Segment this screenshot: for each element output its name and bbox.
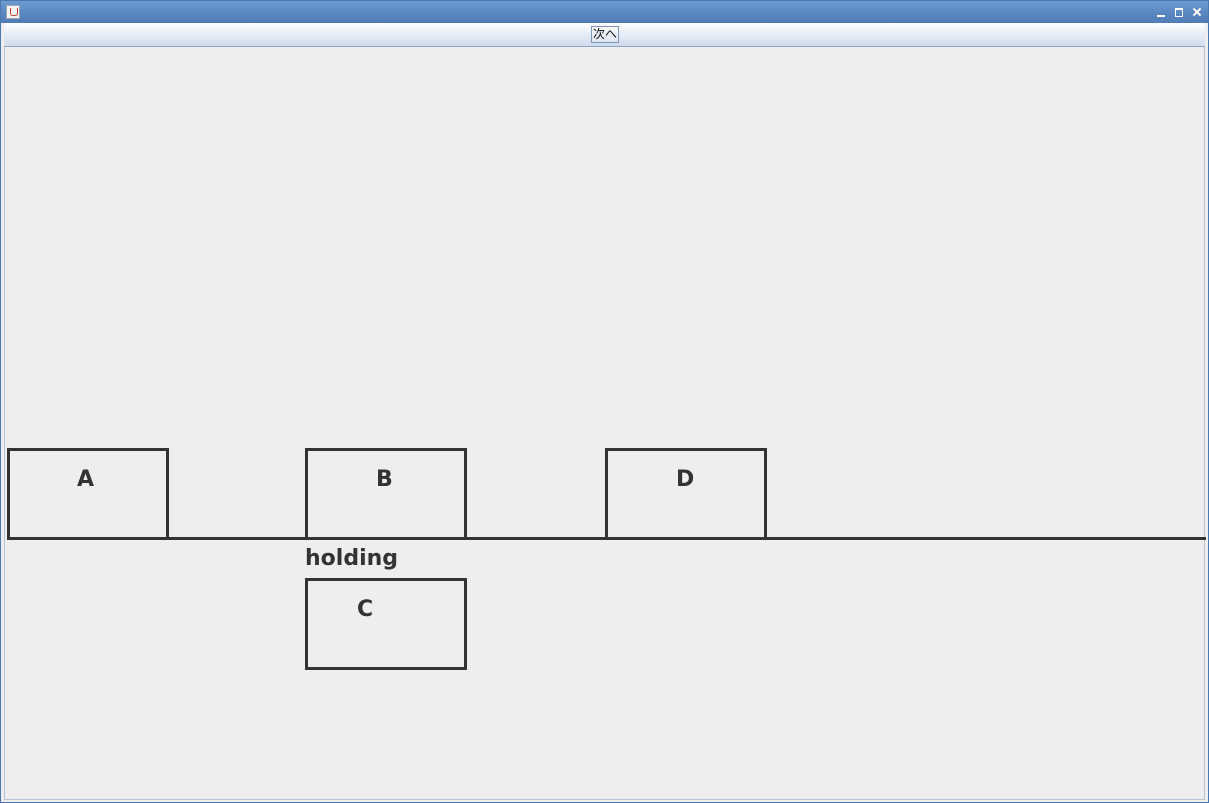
block-b: B bbox=[305, 448, 467, 540]
close-icon[interactable] bbox=[1190, 5, 1204, 19]
block-c-held: C bbox=[305, 578, 467, 670]
block-d: D bbox=[605, 448, 767, 540]
blocks-world-canvas: A B D holding C bbox=[4, 47, 1206, 800]
maximize-icon[interactable] bbox=[1172, 5, 1186, 19]
java-app-icon[interactable] bbox=[6, 5, 20, 19]
title-bar[interactable] bbox=[1, 1, 1208, 23]
minimize-icon[interactable] bbox=[1154, 5, 1168, 19]
holding-label: holding bbox=[305, 546, 399, 571]
block-a: A bbox=[7, 448, 169, 540]
block-label: B bbox=[376, 467, 393, 492]
application-window: 次へ A B D holding C bbox=[0, 0, 1209, 803]
block-label: C bbox=[357, 597, 374, 622]
toolbar: 次へ bbox=[4, 23, 1205, 47]
block-label: A bbox=[77, 467, 95, 492]
next-button[interactable]: 次へ bbox=[591, 26, 619, 43]
block-label: D bbox=[676, 467, 695, 492]
